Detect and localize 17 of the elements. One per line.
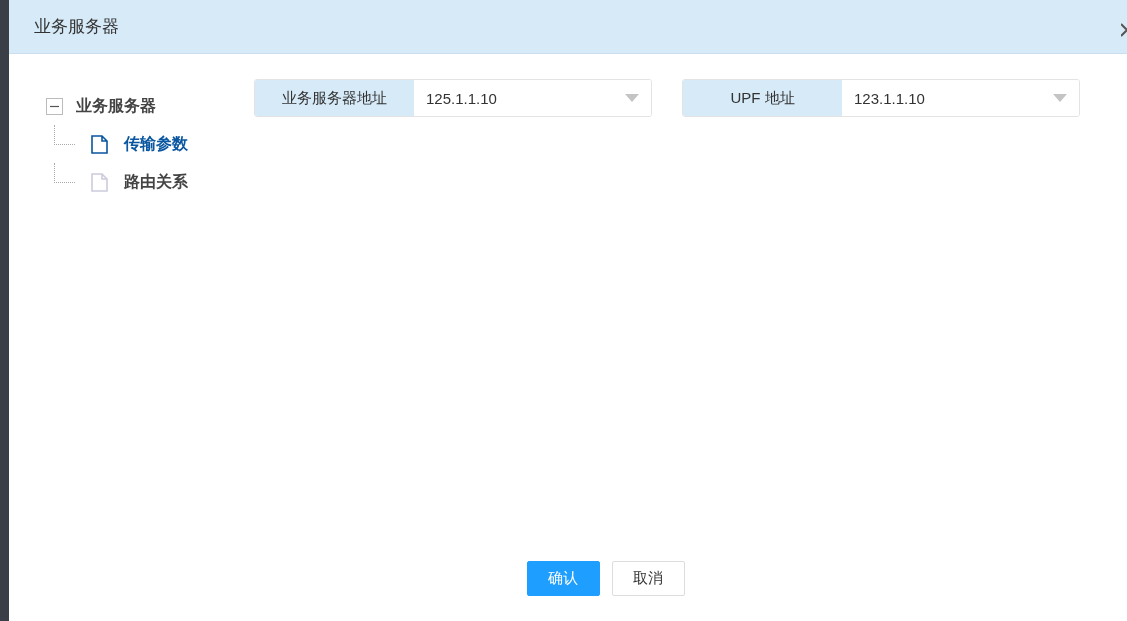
- close-icon[interactable]: [1121, 22, 1127, 37]
- select-field[interactable]: 业务服务器地址 125.1.1.10: [254, 79, 652, 117]
- field-label: 业务服务器地址: [255, 80, 414, 116]
- select-field[interactable]: UPF 地址 123.1.1.10: [682, 79, 1080, 117]
- field-label: UPF 地址: [683, 80, 842, 116]
- select-value: 125.1.1.10: [426, 89, 497, 107]
- select-value: 123.1.1.10: [854, 89, 925, 107]
- dialog-title: 业务服务器: [34, 16, 119, 38]
- file-icon: [91, 134, 108, 154]
- tree-item[interactable]: 路由关系: [124, 171, 188, 193]
- caret-icon: [625, 94, 639, 102]
- tree-item[interactable]: 业务服务器: [76, 96, 156, 117]
- cancel-button[interactable]: 取消: [611, 561, 685, 596]
- file-icon: [91, 172, 108, 192]
- caret-icon: [1053, 94, 1067, 102]
- tree-item[interactable]: 传输参数: [124, 133, 188, 155]
- collapse-toggle[interactable]: [46, 98, 63, 115]
